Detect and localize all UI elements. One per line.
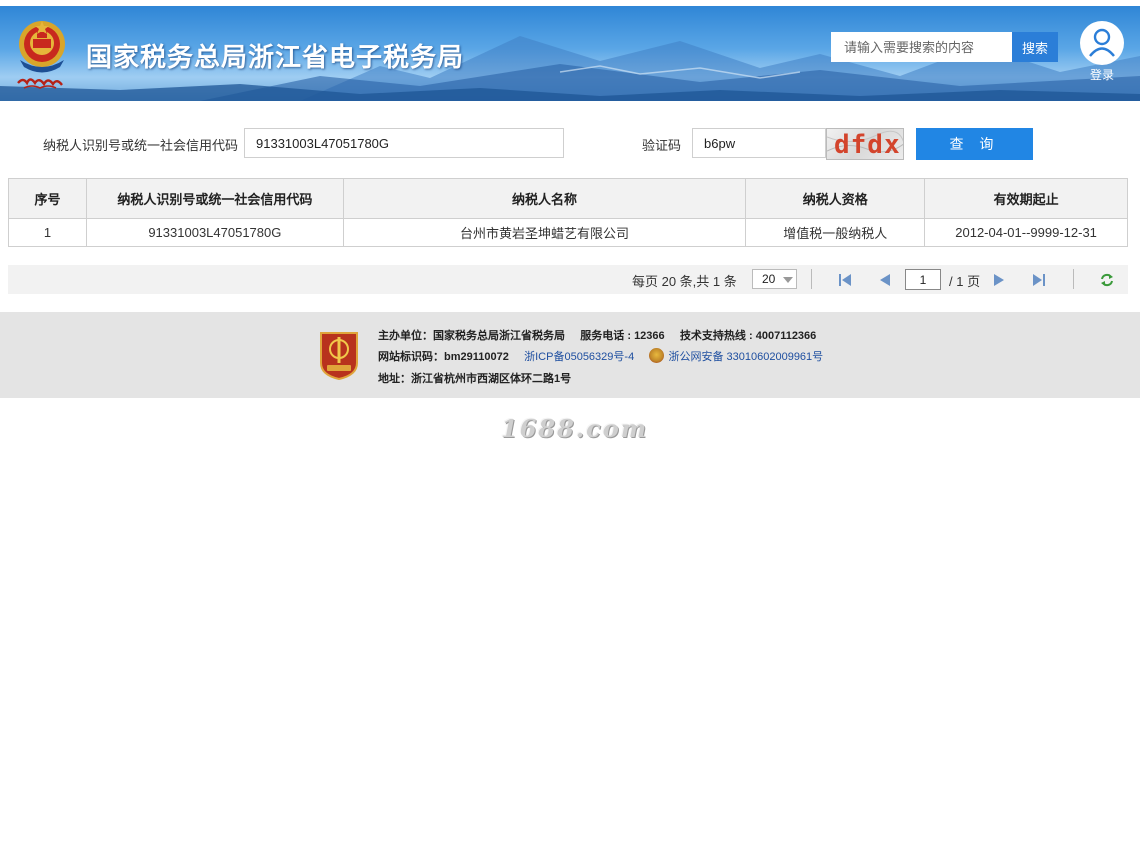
cell-qualification: 增值税一般纳税人 bbox=[745, 218, 926, 247]
login-button[interactable]: 登录 bbox=[1079, 21, 1125, 83]
column-header-tin: 纳税人识别号或统一社会信用代码 bbox=[85, 178, 344, 219]
site-header: 国家税务总局浙江省电子税务局 搜索 登录 bbox=[0, 6, 1140, 101]
captcha-image[interactable]: dfdx bbox=[826, 128, 904, 160]
search-input[interactable] bbox=[831, 32, 1012, 62]
chevron-down-icon[interactable] bbox=[783, 277, 793, 283]
next-page-icon[interactable] bbox=[991, 272, 1007, 288]
watermark: 1688.com bbox=[501, 414, 649, 443]
sponsor-name: 国家税务总局浙江省税务局 bbox=[433, 330, 565, 342]
tax-emblem-icon[interactable] bbox=[14, 14, 72, 96]
footer-line-site-id: 网站标识码：bm29110072 浙ICP备05056329号-4 浙公网安备 … bbox=[378, 348, 823, 364]
total-pages-label: / 1 页 bbox=[949, 274, 981, 289]
cell-taxpayer-name: 台州市黄岩圣坤蜡艺有限公司 bbox=[342, 218, 747, 247]
pager-summary: 每页 20 条,共 1 条 bbox=[632, 274, 737, 289]
address: 浙江省杭州市西湖区体环二路1号 bbox=[411, 373, 572, 385]
first-page-icon[interactable] bbox=[837, 272, 853, 288]
prev-page-icon[interactable] bbox=[877, 272, 893, 288]
tin-label: 纳税人识别号或统一社会信用代码 bbox=[43, 138, 239, 153]
site-footer: 主办单位：国家税务总局浙江省税务局 服务电话 : 12366 技术支持热线 : … bbox=[0, 312, 1140, 398]
page-size-select[interactable]: 20 bbox=[752, 269, 797, 289]
results-table: 序号 纳税人识别号或统一社会信用代码 纳税人名称 纳税人资格 有效期起止 1 9… bbox=[8, 178, 1128, 247]
column-header-taxpayer-name: 纳税人名称 bbox=[342, 178, 747, 219]
column-header-validity-period: 有效期起止 bbox=[924, 178, 1128, 219]
cell-index: 1 bbox=[8, 218, 87, 247]
site-title: 国家税务总局浙江省电子税务局 bbox=[86, 43, 465, 73]
captcha-text: dfdx bbox=[834, 130, 901, 160]
login-label[interactable]: 登录 bbox=[1079, 66, 1125, 83]
refresh-icon[interactable] bbox=[1099, 272, 1115, 288]
service-phone: 12366 bbox=[634, 330, 665, 342]
page-size-value: 20 bbox=[762, 272, 776, 286]
party-gov-badge-icon[interactable] bbox=[317, 329, 361, 381]
sponsor-label: 主办单位： bbox=[378, 330, 433, 342]
column-header-qualification: 纳税人资格 bbox=[745, 178, 926, 219]
public-security-link[interactable]: 浙公网安备 33010602009961号 bbox=[668, 351, 823, 363]
footer-line-sponsor: 主办单位：国家税务总局浙江省税务局 服务电话 : 12366 技术支持热线 : … bbox=[378, 327, 816, 343]
police-emblem-icon bbox=[649, 348, 665, 363]
support-hotline: 4007112366 bbox=[755, 330, 817, 342]
cell-validity-period: 2012-04-01--9999-12-31 bbox=[924, 218, 1128, 247]
table-header-row: 序号 纳税人识别号或统一社会信用代码 纳税人名称 纳税人资格 有效期起止 bbox=[8, 178, 1128, 219]
footer-line-address: 地址：浙江省杭州市西湖区体环二路1号 bbox=[378, 370, 571, 386]
pager-separator bbox=[1073, 269, 1074, 289]
column-header-index: 序号 bbox=[8, 178, 87, 219]
address-label: 地址： bbox=[378, 373, 411, 385]
site-id: bm29110072 bbox=[444, 351, 509, 363]
search-button[interactable]: 搜索 bbox=[1012, 32, 1058, 62]
last-page-icon[interactable] bbox=[1031, 272, 1047, 288]
pagination-bar: 每页 20 条,共 1 条 20 / 1 页 bbox=[8, 265, 1128, 294]
support-hotline-label: 技术支持热线 : bbox=[679, 330, 756, 342]
pager-separator bbox=[811, 269, 812, 289]
icp-link[interactable]: 浙ICP备05056329号-4 bbox=[524, 351, 634, 363]
service-phone-label: 服务电话 : bbox=[580, 330, 635, 342]
query-button[interactable]: 查 询 bbox=[916, 128, 1033, 160]
current-page-input[interactable] bbox=[905, 269, 941, 290]
table-row[interactable]: 1 91331003L47051780G 台州市黄岩圣坤蜡艺有限公司 增值税一般… bbox=[8, 218, 1128, 247]
cell-tin: 91331003L47051780G bbox=[85, 218, 344, 247]
tin-input[interactable] bbox=[244, 128, 564, 158]
user-icon[interactable] bbox=[1080, 21, 1124, 65]
captcha-input[interactable] bbox=[692, 128, 826, 158]
captcha-label: 验证码 bbox=[642, 138, 682, 153]
site-id-label: 网站标识码： bbox=[378, 351, 444, 363]
